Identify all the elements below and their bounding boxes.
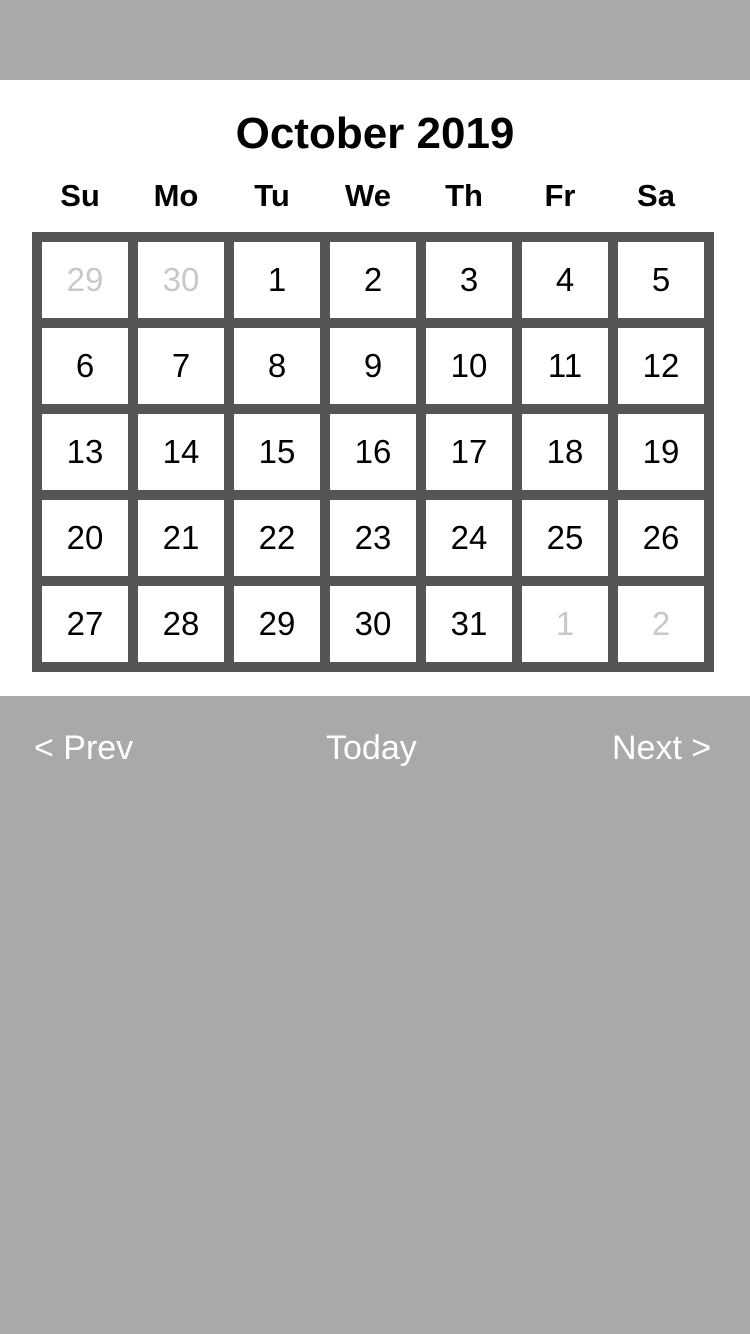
day-cell[interactable]: 25: [522, 500, 608, 576]
day-cell[interactable]: 17: [426, 414, 512, 490]
day-cell[interactable]: 2: [330, 242, 416, 318]
day-cell[interactable]: 10: [426, 328, 512, 404]
day-cell[interactable]: 7: [138, 328, 224, 404]
day-cell[interactable]: 8: [234, 328, 320, 404]
day-cell[interactable]: 3: [426, 242, 512, 318]
top-bar: [0, 0, 750, 80]
day-cell[interactable]: 31: [426, 586, 512, 662]
day-cell[interactable]: 9: [330, 328, 416, 404]
month-title: October 2019: [235, 109, 515, 158]
prev-month-button[interactable]: < Prev: [34, 728, 133, 768]
day-cell[interactable]: 13: [42, 414, 128, 490]
day-cell[interactable]: 4: [522, 242, 608, 318]
today-button[interactable]: Today: [326, 728, 417, 768]
day-cell[interactable]: 20: [42, 500, 128, 576]
day-cell-outside-month[interactable]: 2: [618, 586, 704, 662]
day-cell[interactable]: 19: [618, 414, 704, 490]
calendar-panel: October 2019 Su Mo Tu We Th Fr Sa 29 30 1 2…: [0, 80, 750, 696]
day-cell-outside-month[interactable]: 1: [522, 586, 608, 662]
day-cell[interactable]: 18: [522, 414, 608, 490]
day-cell[interactable]: 15: [234, 414, 320, 490]
weekday-header-row: Su Mo Tu We Th Fr Sa: [32, 178, 714, 214]
day-cell[interactable]: 11: [522, 328, 608, 404]
weekday-tuesday: Tu: [254, 178, 290, 213]
day-cell[interactable]: 29: [234, 586, 320, 662]
day-cell[interactable]: 16: [330, 414, 416, 490]
day-cell[interactable]: 28: [138, 586, 224, 662]
weekday-saturday: Sa: [637, 178, 675, 213]
day-cell[interactable]: 24: [426, 500, 512, 576]
weekday-sunday: Su: [60, 178, 100, 213]
day-cell[interactable]: 14: [138, 414, 224, 490]
day-cell[interactable]: 26: [618, 500, 704, 576]
day-cell[interactable]: 30: [330, 586, 416, 662]
day-cell[interactable]: 12: [618, 328, 704, 404]
weekday-wednesday: We: [345, 178, 391, 213]
day-cell[interactable]: 27: [42, 586, 128, 662]
day-cell[interactable]: 6: [42, 328, 128, 404]
day-cell[interactable]: 21: [138, 500, 224, 576]
weekday-monday: Mo: [153, 178, 199, 213]
day-cell-outside-month[interactable]: 29: [42, 242, 128, 318]
day-cell[interactable]: 1: [234, 242, 320, 318]
weekday-friday: Fr: [544, 178, 576, 213]
weekday-thursday: Th: [445, 178, 483, 213]
day-cell[interactable]: 22: [234, 500, 320, 576]
day-cell-outside-month[interactable]: 30: [138, 242, 224, 318]
next-month-button[interactable]: Next >: [612, 728, 711, 768]
day-cell[interactable]: 5: [618, 242, 704, 318]
day-cell[interactable]: 23: [330, 500, 416, 576]
day-grid: 29 30 1 2 3 4 5 6 7 8 9 10 11 12 13 14 15 16 17 18 19 20 21 22 2…: [32, 232, 714, 672]
